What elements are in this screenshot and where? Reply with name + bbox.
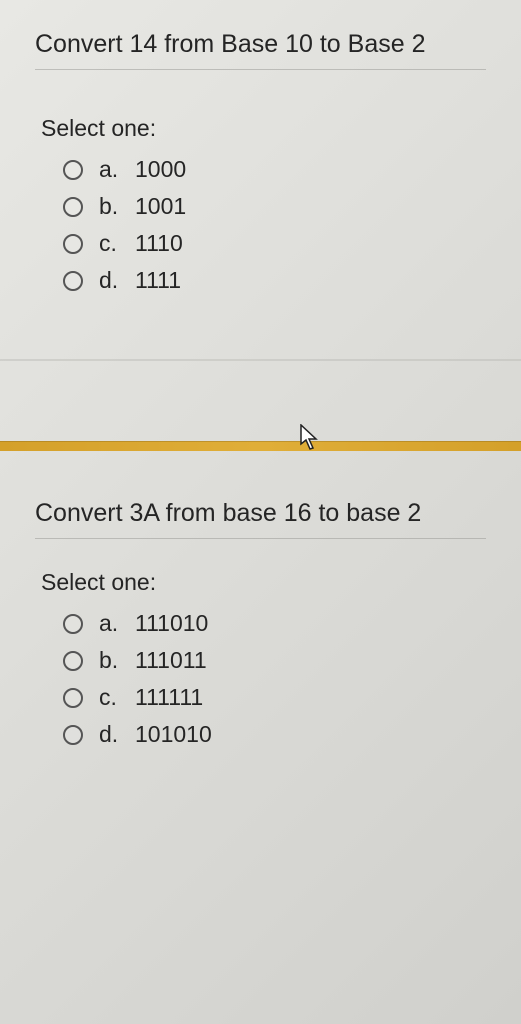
question-2: Convert 3A from base 16 to base 2 Select…: [0, 461, 521, 778]
option-letter: a.: [99, 610, 135, 637]
option-letter: c.: [99, 230, 135, 257]
option-row-b[interactable]: b. 1001: [63, 193, 486, 220]
option-letter: d.: [99, 267, 135, 294]
radio-icon[interactable]: [63, 160, 83, 180]
question-2-options: a. 111010 b. 111011 c. 111111 d. 101010: [35, 610, 486, 748]
option-row-b[interactable]: b. 111011: [63, 647, 486, 674]
option-letter: a.: [99, 156, 135, 183]
divider: [35, 538, 486, 539]
radio-icon[interactable]: [63, 688, 83, 708]
option-letter: c.: [99, 684, 135, 711]
option-value: 111011: [135, 647, 486, 674]
radio-icon[interactable]: [63, 651, 83, 671]
select-one-label: Select one:: [41, 115, 486, 142]
option-value: 1000: [135, 156, 486, 183]
option-letter: d.: [99, 721, 135, 748]
divider: [35, 69, 486, 70]
radio-icon[interactable]: [63, 234, 83, 254]
option-value: 101010: [135, 721, 486, 748]
question-1-options: a. 1000 b. 1001 c. 1110 d. 1111: [35, 156, 486, 294]
option-letter: b.: [99, 193, 135, 220]
option-value: 111010: [135, 610, 486, 637]
option-row-a[interactable]: a. 1000: [63, 156, 486, 183]
question-1: Convert 14 from Base 10 to Base 2 Select…: [0, 0, 521, 324]
radio-icon[interactable]: [63, 197, 83, 217]
option-value: 1111: [135, 267, 486, 294]
option-letter: b.: [99, 647, 135, 674]
option-row-d[interactable]: d. 1111: [63, 267, 486, 294]
radio-icon[interactable]: [63, 614, 83, 634]
thin-divider: [0, 359, 521, 361]
radio-icon[interactable]: [63, 725, 83, 745]
question-1-prompt: Convert 14 from Base 10 to Base 2: [35, 30, 486, 59]
option-row-a[interactable]: a. 111010: [63, 610, 486, 637]
option-value: 1001: [135, 193, 486, 220]
option-row-c[interactable]: c. 111111: [63, 684, 486, 711]
option-value: 1110: [135, 230, 486, 257]
question-2-prompt: Convert 3A from base 16 to base 2: [35, 499, 486, 528]
select-one-label: Select one:: [41, 569, 486, 596]
radio-icon[interactable]: [63, 271, 83, 291]
option-value: 111111: [135, 684, 486, 711]
gold-divider: [0, 441, 521, 451]
option-row-d[interactable]: d. 101010: [63, 721, 486, 748]
option-row-c[interactable]: c. 1110: [63, 230, 486, 257]
